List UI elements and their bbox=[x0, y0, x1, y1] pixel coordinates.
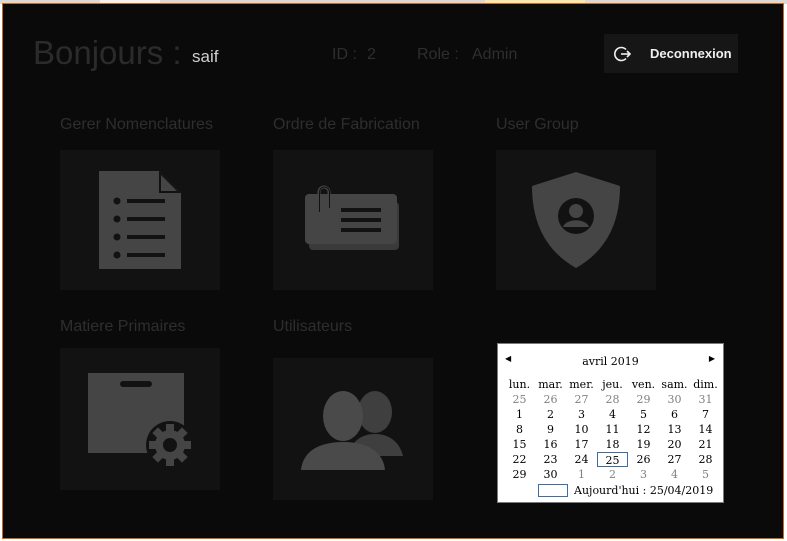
tile-utilisateurs[interactable] bbox=[273, 358, 433, 500]
today-label: Aujourd'hui : 25/04/2019 bbox=[574, 484, 714, 497]
tile-nomenclatures[interactable] bbox=[60, 150, 220, 290]
calendar-day[interactable]: 26 bbox=[535, 392, 566, 407]
calendar-today-link[interactable]: Aujourd'hui : 25/04/2019 bbox=[538, 484, 713, 497]
shield-user-icon bbox=[532, 172, 620, 268]
calendar-day[interactable]: 6 bbox=[659, 407, 690, 422]
calendar-day[interactable]: 3 bbox=[628, 467, 659, 482]
calendar-day[interactable]: 4 bbox=[659, 467, 690, 482]
tile-label-fabrication: Ordre de Fabrication bbox=[273, 116, 420, 133]
calendar-day[interactable]: 26 bbox=[628, 452, 659, 467]
calendar-day[interactable]: 2 bbox=[535, 407, 566, 422]
calendar-day[interactable]: 31 bbox=[690, 392, 721, 407]
weekday-label: mar. bbox=[538, 378, 563, 391]
tile-label-nomenclatures: Gerer Nomenclatures bbox=[60, 116, 213, 133]
username-value: saif bbox=[192, 47, 219, 66]
calendar-day[interactable]: 18 bbox=[597, 437, 628, 452]
calendar-day[interactable]: 5 bbox=[690, 467, 721, 482]
id-value: 2 bbox=[367, 46, 376, 63]
logout-button[interactable]: Deconnexion bbox=[604, 34, 738, 73]
today-marker bbox=[538, 484, 568, 497]
calendar-day[interactable]: 22 bbox=[504, 452, 535, 467]
calendar-day[interactable]: 24 bbox=[566, 452, 597, 467]
tile-fabrication[interactable] bbox=[273, 150, 433, 290]
calendar-day[interactable]: 30 bbox=[535, 467, 566, 482]
calendar-day[interactable]: 23 bbox=[535, 452, 566, 467]
calendar-day[interactable]: 14 bbox=[690, 422, 721, 437]
calendar-day[interactable]: 8 bbox=[504, 422, 535, 437]
calendar-day[interactable]: 7 bbox=[690, 407, 721, 422]
calendar-week-row: 29 30 1 2 3 4 5 bbox=[504, 467, 721, 482]
main-window: Bonjours : saif ID : 2 Role : Admin Deco… bbox=[2, 3, 784, 539]
tile-user-group[interactable] bbox=[496, 150, 656, 290]
role-label: Role : bbox=[417, 46, 459, 63]
calendar-day[interactable]: 28 bbox=[597, 392, 628, 407]
tile-label-utilisateurs: Utilisateurs bbox=[273, 318, 353, 335]
calendar-day[interactable]: 25 bbox=[504, 392, 535, 407]
greeting-label: Bonjours : bbox=[33, 34, 182, 71]
calendar-week-row: 8 9 10 11 12 13 14 bbox=[504, 422, 721, 437]
calendar-day[interactable]: 16 bbox=[535, 437, 566, 452]
calendar-day[interactable]: 5 bbox=[628, 407, 659, 422]
weekday-label: lun. bbox=[508, 378, 531, 391]
calendar-day[interactable]: 13 bbox=[659, 422, 690, 437]
calendar-day[interactable]: 28 bbox=[690, 452, 721, 467]
calendar-day[interactable]: 1 bbox=[504, 407, 535, 422]
users-icon bbox=[301, 391, 403, 470]
calendar-day[interactable]: 29 bbox=[504, 467, 535, 482]
calendar-week-row: 25 26 27 28 29 30 31 bbox=[504, 392, 721, 407]
calendar-day[interactable]: 12 bbox=[628, 422, 659, 437]
calendar-week-row: 1 2 3 4 5 6 7 bbox=[504, 407, 721, 422]
document-list-icon bbox=[99, 171, 181, 269]
calendar-grid: lun. mar. mer. jeu. ven. sam. dim. 25 26… bbox=[504, 377, 721, 482]
calendar-day[interactable]: 15 bbox=[504, 437, 535, 452]
tile-matiere[interactable] bbox=[60, 348, 220, 490]
calendar-day[interactable]: 20 bbox=[659, 437, 690, 452]
logout-icon bbox=[614, 46, 632, 61]
calendar-day[interactable]: 27 bbox=[566, 392, 597, 407]
calendar-weekday-row: lun. mar. mer. jeu. ven. sam. dim. bbox=[504, 377, 721, 392]
id-label: ID : bbox=[332, 46, 357, 63]
weekday-label: mer. bbox=[569, 378, 594, 391]
calendar-day[interactable]: 1 bbox=[566, 467, 597, 482]
calendar-day[interactable]: 29 bbox=[628, 392, 659, 407]
calendar-month-title: avril 2019 bbox=[582, 355, 639, 368]
weekday-label: dim. bbox=[693, 378, 718, 391]
calendar-day[interactable]: 27 bbox=[659, 452, 690, 467]
weekday-label: ven. bbox=[631, 378, 656, 391]
calendar-day[interactable]: 3 bbox=[566, 407, 597, 422]
weekday-label: sam. bbox=[661, 378, 688, 391]
calendar-week-row: 15 16 17 18 19 20 21 bbox=[504, 437, 721, 452]
calendar-day[interactable]: 30 bbox=[659, 392, 690, 407]
calendar-day[interactable]: 2 bbox=[597, 467, 628, 482]
calendar-day[interactable]: 4 bbox=[597, 407, 628, 422]
box-gear-icon bbox=[88, 373, 194, 469]
calendar-next-month-button[interactable]: ▶ bbox=[709, 354, 715, 363]
calendar-popup[interactable]: ◀ avril 2019 ▶ lun. mar. mer. jeu. ven. … bbox=[497, 343, 724, 503]
calendar-header: ◀ avril 2019 ▶ bbox=[498, 344, 723, 372]
cards-clip-icon bbox=[305, 185, 399, 250]
tile-label-matiere: Matiere Primaires bbox=[60, 318, 186, 335]
calendar-day[interactable]: 11 bbox=[597, 422, 628, 437]
tile-label-user-group: User Group bbox=[496, 116, 579, 133]
calendar-week-row: 22 23 24 25 26 27 28 bbox=[504, 452, 721, 467]
calendar-day[interactable]: 9 bbox=[535, 422, 566, 437]
weekday-label: jeu. bbox=[602, 378, 623, 391]
calendar-day-selected[interactable]: 25 bbox=[597, 452, 628, 467]
logout-label: Deconnexion bbox=[650, 46, 732, 61]
calendar-day[interactable]: 17 bbox=[566, 437, 597, 452]
calendar-day[interactable]: 21 bbox=[690, 437, 721, 452]
role-value: Admin bbox=[472, 46, 518, 63]
calendar-day[interactable]: 19 bbox=[628, 437, 659, 452]
calendar-day[interactable]: 10 bbox=[566, 422, 597, 437]
